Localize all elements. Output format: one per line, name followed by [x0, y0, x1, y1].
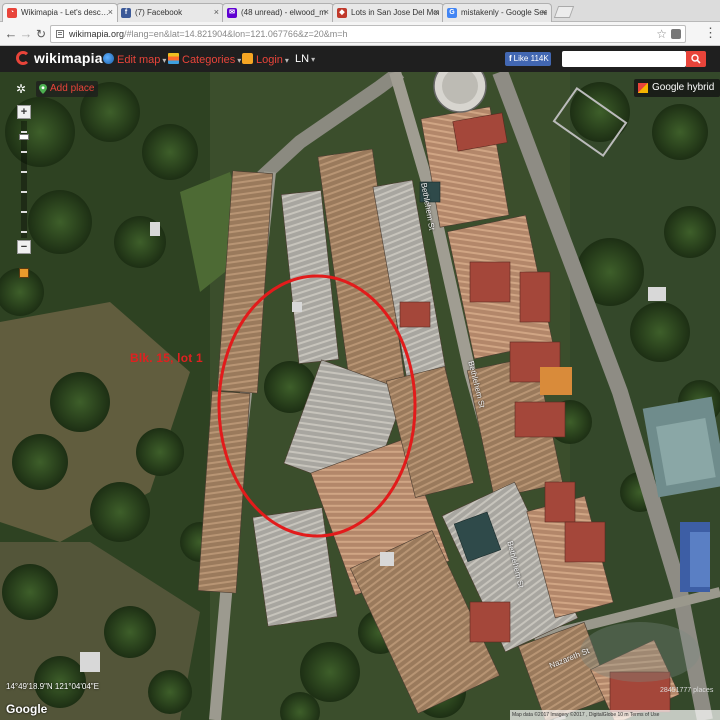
tab-wikimapia[interactable]: ◔ Wikimapia - Let's desc… ×: [2, 3, 118, 22]
map-attribution[interactable]: Map data ©2017 Imagery ©2017 , DigitalGl…: [510, 710, 720, 720]
screen: ◔ Wikimapia - Let's desc… × f (7) Facebo…: [0, 0, 720, 720]
page-icon: ◆: [337, 8, 347, 18]
zoom-slider-track[interactable]: [19, 121, 29, 238]
tab-yahoo-mail[interactable]: ✉ (48 unread) - elwood_m ×: [222, 3, 334, 22]
categories-label: Categories: [182, 54, 236, 66]
reload-icon[interactable]: ↻: [34, 26, 48, 42]
language-menu[interactable]: LN ▾: [295, 53, 315, 65]
tab-google-search[interactable]: G mistakenly - Google Sea ×: [442, 3, 552, 22]
zoom-tick: [21, 171, 27, 173]
add-place-button[interactable]: Add place: [36, 81, 99, 97]
close-icon[interactable]: ×: [542, 7, 547, 17]
map-type-label: Google hybrid: [652, 82, 715, 93]
edit-map-menu[interactable]: Edit map ▾: [103, 53, 166, 66]
places-count: 28451777 places: [660, 687, 714, 694]
close-icon[interactable]: ×: [434, 7, 439, 17]
zoom-slider-handle[interactable]: [19, 134, 29, 141]
tab-title: (48 unread) - elwood_m: [241, 8, 326, 17]
url-path: /#lang=en&lat=14.821904&lon=121.067766&z…: [124, 29, 348, 39]
tab-title: Wikimapia - Let's desc…: [21, 8, 109, 17]
settings-gear-icon[interactable]: ✲: [16, 83, 28, 95]
chevron-down-icon: ▾: [284, 56, 289, 65]
tab-title: Lots in San Jose Del Mon: [351, 8, 439, 17]
zoom-in-button[interactable]: +: [17, 105, 31, 119]
cursor-coordinates: 14°49'18.9"N 121°04'04"E: [6, 682, 99, 691]
login-menu[interactable]: Login ▾: [242, 53, 289, 66]
wikimapia-toolbar: wikimapia Edit map ▾ Categories ▾ Login ▾ L…: [0, 46, 720, 72]
close-icon[interactable]: ×: [214, 7, 219, 17]
login-label: Login: [256, 54, 283, 66]
back-arrow-icon[interactable]: ←: [4, 26, 18, 42]
url-text: wikimapia.org/#lang=en&lat=14.821904&lon…: [69, 29, 347, 39]
map-type-button[interactable]: Google hybrid: [634, 79, 720, 97]
tab-lots-listing[interactable]: ◆ Lots in San Jose Del Mon ×: [332, 3, 444, 22]
url-field[interactable]: wikimapia.org/#lang=en&lat=14.821904&lon…: [50, 25, 686, 43]
map-pin-icon: [39, 84, 47, 94]
google-icon: G: [447, 8, 457, 18]
close-icon[interactable]: ×: [108, 7, 113, 17]
page-info-icon[interactable]: [55, 29, 65, 39]
zoom-control: + −: [17, 105, 31, 285]
new-tab-button[interactable]: [553, 6, 575, 18]
forward-arrow-icon[interactable]: →: [19, 26, 33, 42]
zoom-tick: [21, 211, 27, 213]
fb-like-count: 114K: [530, 54, 549, 63]
lot-annotation-label: Blk. 15, lot 1: [130, 351, 203, 365]
globe-icon: [103, 53, 114, 64]
yahoo-mail-icon: ✉: [227, 8, 237, 18]
key-icon: [242, 53, 253, 64]
zoom-tick: [21, 231, 27, 233]
tab-title: (7) Facebook: [135, 8, 183, 17]
wikimapia-icon: ◔: [7, 8, 17, 18]
edit-map-label: Edit map: [117, 54, 161, 66]
add-place-label: Add place: [50, 83, 95, 94]
chevron-down-icon: ▾: [311, 55, 316, 64]
facebook-icon: f: [121, 8, 131, 18]
zoom-tick: [21, 131, 27, 133]
close-icon[interactable]: ×: [324, 7, 329, 17]
zoom-tick: [21, 191, 27, 193]
search-button[interactable]: [686, 51, 706, 67]
zoom-tick: [21, 151, 27, 153]
categories-icon: [168, 53, 179, 64]
chevron-down-icon: ▾: [162, 56, 167, 65]
address-bar-row: ← → ↻ wikimapia.org/#lang=en&lat=14.8219…: [0, 22, 720, 46]
satellite-imagery: [0, 72, 720, 720]
categories-menu[interactable]: Categories ▾: [168, 53, 241, 66]
search-icon: [691, 54, 701, 64]
logo-text: wikimapia: [34, 50, 103, 66]
facebook-like-button[interactable]: f Like 114K: [505, 52, 551, 66]
facebook-icon: f: [509, 54, 512, 63]
google-maps-icon: [638, 83, 648, 93]
chevron-down-icon: ▾: [237, 56, 242, 65]
url-host: wikimapia.org: [69, 29, 125, 39]
zoom-out-button[interactable]: −: [17, 240, 31, 254]
google-logo: Google: [6, 702, 48, 716]
extension-icon[interactable]: [671, 29, 681, 39]
layers-icon[interactable]: [19, 268, 29, 278]
wikimapia-logo-icon: [16, 51, 30, 65]
browser-menu-icon[interactable]: ⋮: [704, 26, 717, 40]
tab-title: mistakenly - Google Sea: [461, 8, 547, 17]
satellite-map[interactable]: ✲ Add place + − Google hybrid Blk. 15, l…: [0, 72, 720, 720]
language-label: LN: [295, 53, 310, 65]
tab-facebook[interactable]: f (7) Facebook ×: [116, 3, 224, 22]
bookmark-star-icon[interactable]: ☆: [656, 27, 667, 41]
search-input[interactable]: [562, 51, 686, 67]
fb-like-label: Like: [513, 54, 529, 63]
browser-tab-bar: ◔ Wikimapia - Let's desc… × f (7) Facebo…: [0, 0, 720, 22]
